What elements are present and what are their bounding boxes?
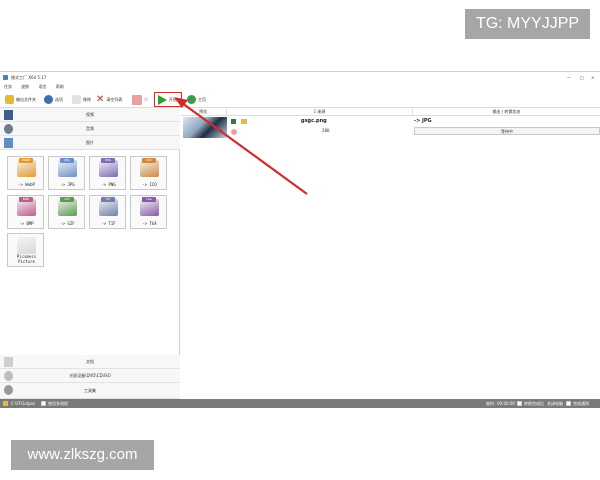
annotation-arrow xyxy=(174,97,308,195)
site-watermark: www.zlkszg.com xyxy=(11,440,154,470)
arrow-line xyxy=(181,102,308,195)
